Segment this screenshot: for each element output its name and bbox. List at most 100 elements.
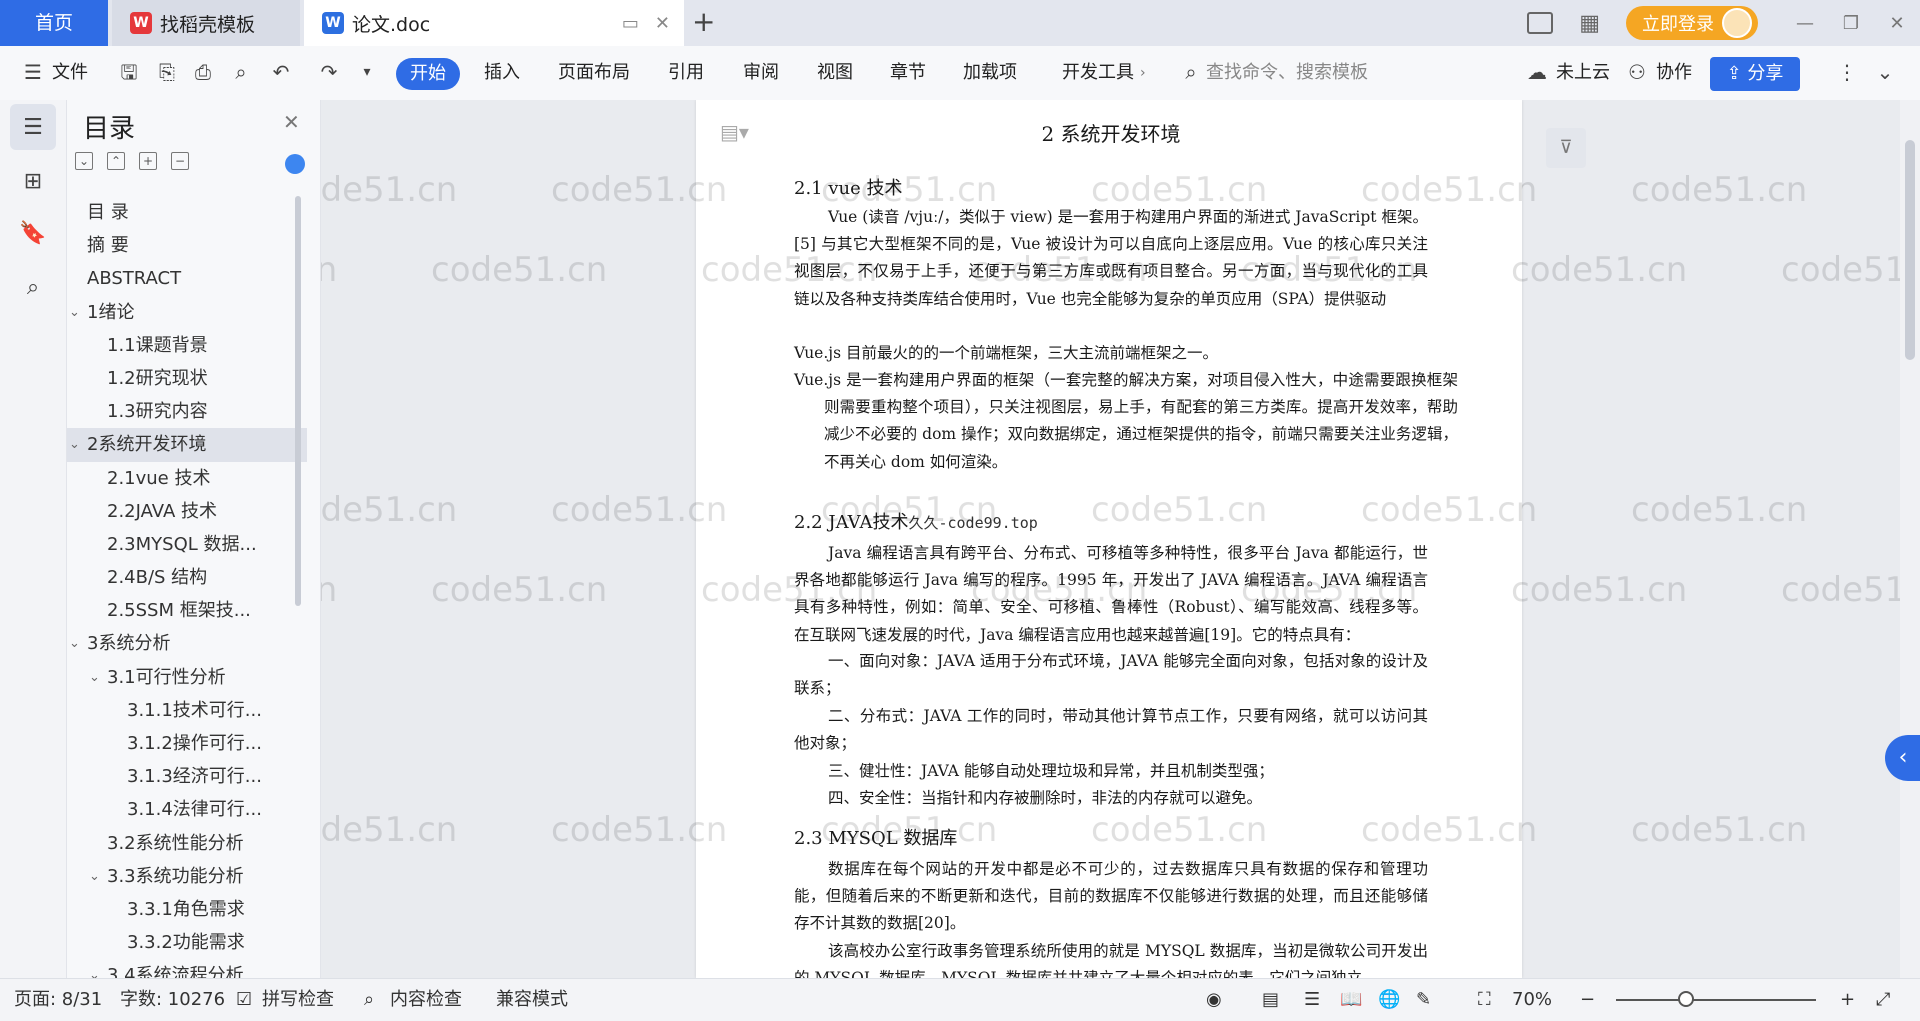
print-preview-icon[interactable]: ⌕ [230,61,252,83]
export-icon[interactable]: ⎘ [156,61,178,83]
tab-home[interactable]: 首页 [0,0,108,46]
scrollbar-thumb[interactable] [1905,140,1915,360]
document-page[interactable]: ▤▾ 2 系统开发环境 2.1 vue 技术 Vue (读音 /vjuː/，类似… [696,100,1522,978]
eye-protection-icon[interactable]: ◉ [1206,979,1222,1021]
print-icon[interactable]: ⎙ [192,61,214,83]
tab-addons[interactable]: 加载项 [963,46,1017,100]
paragraph: Java 编程语言具有跨平台、分布式、可移植等多种特性，很多平台 Java 都能… [794,544,1428,644]
chevron-down-icon[interactable]: ⌄ [69,296,80,329]
undo-icon[interactable]: ↶ [270,61,292,83]
toc-item[interactable]: ⌄ 1绪论 [67,296,307,329]
tab-review[interactable]: 审阅 [743,46,779,100]
toc-item[interactable]: ⌄ 3系统分析 [67,627,307,660]
chevron-down-icon[interactable]: ⌄ [69,428,80,461]
tab-page-layout[interactable]: 页面布局 [558,46,630,100]
close-tab-icon[interactable]: ✕ [655,13,670,34]
ribbon-more-icon[interactable]: › [1140,46,1146,100]
command-search-input[interactable]: 查找命令、搜索模板 [1206,46,1368,100]
toc-item[interactable]: 2.5SSM 框架技... [67,594,307,627]
toc-item[interactable]: 目 录 [67,196,307,229]
toc-item[interactable]: ⌄ 3.1可行性分析 [67,661,307,694]
chevron-down-icon[interactable]: ⌄ [89,860,100,893]
zoom-slider[interactable] [1616,999,1816,1001]
toc-item[interactable]: 3.3.1角色需求 [67,893,307,926]
toc-item[interactable]: 2.1vue 技术 [67,462,307,495]
toc-item[interactable]: 1.3研究内容 [67,395,307,428]
file-menu[interactable]: 文件 [52,46,88,100]
toc-item[interactable]: 3.1.4法律可行... [67,793,307,826]
toc-item[interactable]: ⌄ 3.3系统功能分析 [67,860,307,893]
collab-button[interactable]: 协作 [1656,46,1692,100]
toc-item[interactable]: ABSTRACT [67,262,307,295]
toc-scrollbar[interactable] [295,196,301,606]
toc-panel-icon[interactable]: ☰ [10,104,56,150]
toc-item[interactable]: 3.1.3经济可行... [67,760,307,793]
content-check-button[interactable]: 内容检查 [390,979,462,1021]
tab-insert[interactable]: 插入 [484,46,520,100]
zoom-in-icon[interactable]: + [1840,979,1855,1021]
page-options-icon[interactable]: ▤▾ [720,120,749,144]
bookmark-icon[interactable]: 🔖 [10,210,56,256]
web-view-icon[interactable]: 🌐 [1378,979,1400,1021]
expand-all-icon[interactable]: ⌄ [75,152,93,170]
collapse-ribbon-icon[interactable]: ⌄ [1874,61,1896,83]
remove-heading-icon[interactable]: − [171,152,189,170]
toc-item[interactable]: 3.1.1技术可行... [67,694,307,727]
more-options-icon[interactable]: ⋮ [1836,61,1858,83]
login-button[interactable]: 立即登录 [1626,6,1758,40]
toc-item[interactable]: ⌄ 2系统开发环境 [67,428,307,462]
collapse-all-icon[interactable]: ⌃ [107,152,125,170]
word-count[interactable]: 字数: 10276 [120,979,225,1021]
page-view-icon[interactable]: ▤ [1262,979,1279,1021]
save-icon[interactable]: 🖫 [118,61,140,83]
toc-item[interactable]: 3.2系统性能分析 [67,827,307,860]
chevron-down-icon[interactable]: ⌄ [89,661,100,694]
toc-item[interactable]: 1.2研究现状 [67,362,307,395]
watermark-text: code51.cn [1781,570,1900,610]
layout-toggle-icon[interactable] [1527,12,1554,34]
spell-check-button[interactable]: 拼写检查 [262,979,334,1021]
toc-item[interactable]: 3.3.2功能需求 [67,926,307,959]
apps-grid-icon[interactable]: ▦ [1579,11,1600,36]
reading-mode-icon[interactable]: 📖 [1340,979,1362,1021]
minimize-icon[interactable]: — [1782,13,1828,34]
toc-close-icon[interactable]: ✕ [283,110,300,134]
menu-icon[interactable]: ☰ [22,61,44,83]
share-button[interactable]: ⇪ 分享 [1710,57,1800,91]
toc-item[interactable]: 2.3MYSQL 数据... [67,528,307,561]
quick-access-dropdown-icon[interactable]: ▾ [356,61,378,83]
tab-chapter[interactable]: 章节 [890,46,926,100]
toc-item[interactable]: 1.1课题背景 [67,329,307,362]
zoom-level[interactable]: 70% [1512,979,1552,1021]
window-close-icon[interactable]: ✕ [1874,13,1920,34]
toc-item[interactable]: 3.1.2操作可行... [67,727,307,760]
toc-item[interactable]: 摘 要 [67,229,307,262]
smart-toc-icon[interactable] [285,154,305,174]
fullscreen-icon[interactable]: ⤢ [1876,979,1890,1021]
zoom-out-icon[interactable]: − [1580,979,1595,1021]
tab-devtools[interactable]: 开发工具 [1062,46,1134,100]
navigation-pane-icon[interactable]: ⊞ [10,158,56,204]
fit-page-icon[interactable]: ⛶ [1478,979,1491,1021]
restore-icon[interactable]: ❐ [1828,13,1874,34]
page-indicator[interactable]: 页面: 8/31 [14,979,102,1021]
outline-view-icon[interactable]: ☰ [1304,979,1320,1021]
new-tab-button[interactable]: + [692,0,715,46]
cloud-status[interactable]: 未上云 [1556,46,1610,100]
zoom-slider-knob[interactable] [1678,991,1694,1007]
document-scrollbar[interactable] [1900,100,1920,978]
doc-side-tool-icon[interactable]: ⊽ [1546,128,1586,168]
chevron-down-icon[interactable]: ⌄ [69,627,80,660]
tab-start[interactable]: 开始 [396,58,460,90]
annotation-pen-icon[interactable]: ✎ [1416,979,1431,1021]
toc-item[interactable]: 2.2JAVA 技术 [67,495,307,528]
add-heading-icon[interactable]: + [139,152,157,170]
float-window-icon[interactable]: ▭ [622,13,639,34]
tab-reference[interactable]: 引用 [668,46,704,100]
search-panel-icon[interactable]: ⌕ [10,264,56,310]
redo-icon[interactable]: ↷ [318,61,340,83]
tab-template[interactable]: W 找稻壳模板 [112,0,300,46]
tab-view[interactable]: 视图 [817,46,853,100]
tab-document[interactable]: W 论文.doc ▭ ✕ [304,0,684,46]
toc-item[interactable]: 2.4B/S 结构 [67,561,307,594]
